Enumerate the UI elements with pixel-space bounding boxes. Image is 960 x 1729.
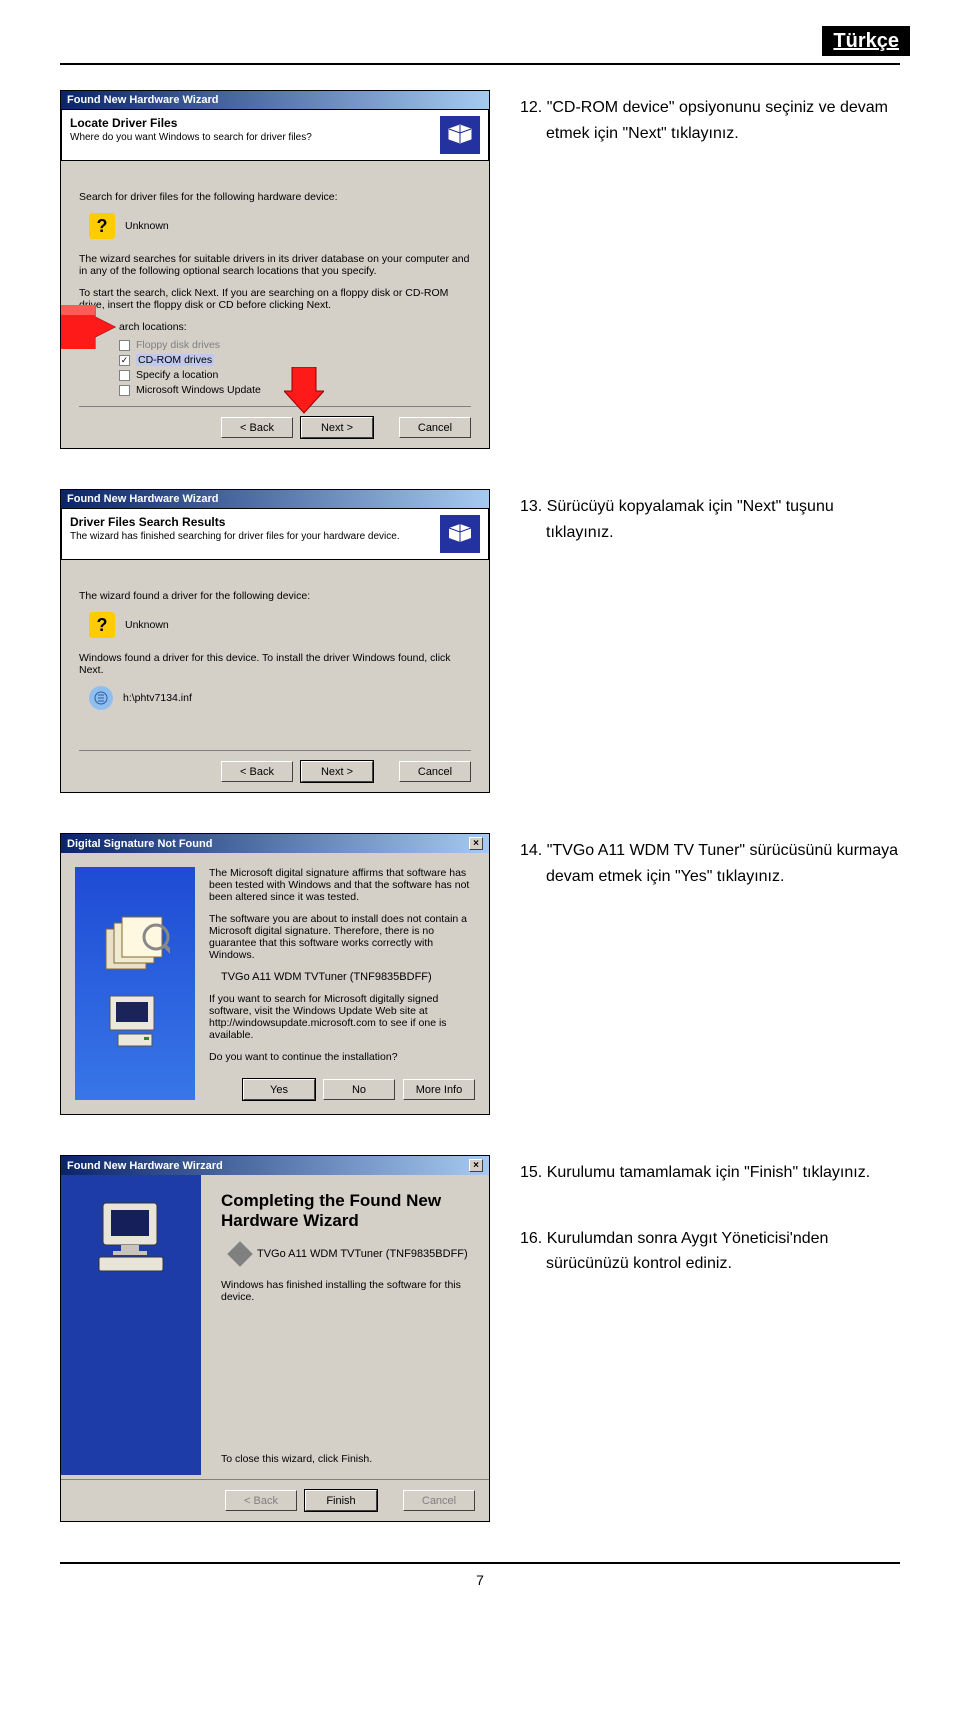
wizard-text: Windows found a driver for this device. … [79, 652, 471, 676]
divider-top [60, 63, 900, 65]
complete-text: Windows has finished installing the soft… [221, 1279, 469, 1303]
sig-text: The Microsoft digital signature affirms … [209, 867, 475, 903]
back-button: < Back [225, 1490, 297, 1511]
device-name: TVGo A11 WDM TVTuner (TNF9835BDFF) [257, 1248, 468, 1260]
device-name: Unknown [125, 220, 169, 232]
dialog-titlebar: Digital Signature Not Found × [61, 834, 489, 853]
wizard-heading: Driver Files Search Results [70, 515, 440, 529]
option-label: Specify a location [136, 369, 218, 381]
dialog-title: Found New Hardware Wizard [67, 94, 218, 106]
step-16-text: 16. Kurulumdan sonra Aygıt Yöneticisi'nd… [546, 1226, 900, 1277]
dialog-completing-wizard: Found New Hardware Wirzard × Completing … [60, 1155, 490, 1522]
cancel-button[interactable]: Cancel [399, 761, 471, 782]
sig-text: The software you are about to install do… [209, 913, 475, 961]
checkbox-icon [119, 340, 130, 351]
step-13-row: Found New Hardware Wizard Driver Files S… [60, 489, 900, 793]
language-badge-text: Türkçe [822, 26, 910, 56]
complete-title: Completing the Found New Hardware Wizard [221, 1191, 469, 1231]
wizard-text: To start the search, click Next. If you … [79, 287, 471, 311]
option-label: CD-ROM drives [136, 354, 214, 366]
language-badge: Türkçe [822, 30, 910, 53]
wizard-heading: Locate Driver Files [70, 116, 440, 130]
checkbox-icon [119, 370, 130, 381]
wizard-header-icon [440, 515, 480, 553]
wizard-header-icon [440, 116, 480, 154]
page-number: 7 [60, 1572, 900, 1588]
device-icon [227, 1241, 252, 1266]
checkbox-icon [119, 385, 130, 396]
more-info-button[interactable]: More Info [403, 1079, 475, 1100]
step-12-row: Found New Hardware Wizard Locate Driver … [60, 90, 900, 449]
wizard-text: The wizard found a driver for the follow… [79, 590, 471, 602]
finish-button[interactable]: Finish [305, 1490, 377, 1511]
wizard-text: Search for driver files for the followin… [79, 191, 471, 203]
unknown-device-icon: ? [89, 612, 115, 638]
step-14-row: Digital Signature Not Found × [60, 833, 900, 1115]
cancel-button[interactable]: Cancel [399, 417, 471, 438]
dialog-side-graphic [61, 1175, 201, 1475]
option-cdrom[interactable]: ✓ CD-ROM drives [119, 354, 471, 366]
sig-text: Do you want to continue the installation… [209, 1051, 475, 1063]
dialog-titlebar: Found New Hardware Wizard [61, 91, 489, 109]
close-hint: To close this wizard, click Finish. [221, 1453, 372, 1465]
step-12-text: 12. "CD-ROM device" opsiyonunu seçiniz v… [536, 90, 900, 146]
next-button[interactable]: Next > [301, 417, 373, 438]
back-button[interactable]: < Back [221, 417, 293, 438]
step-14-text: 14. "TVGo A11 WDM TV Tuner" sürücüsünü k… [536, 833, 900, 889]
wizard-subheading: Where do you want Windows to search for … [70, 132, 440, 143]
inf-path: h:\phtv7134.inf [123, 692, 192, 704]
close-icon[interactable]: × [469, 837, 483, 850]
divider-bottom [60, 1562, 900, 1564]
dialog-search-results: Found New Hardware Wizard Driver Files S… [60, 489, 490, 793]
option-label: Microsoft Windows Update [136, 384, 261, 396]
product-name: TVGo A11 WDM TVTuner (TNF9835BDFF) [221, 971, 475, 983]
option-label: Floppy disk drives [136, 339, 220, 351]
option-floppy[interactable]: Floppy disk drives [119, 339, 471, 351]
sig-text: If you want to search for Microsoft digi… [209, 993, 475, 1041]
dialog-locate-driver: Found New Hardware Wizard Locate Driver … [60, 90, 490, 449]
locations-label: arch locations: [119, 321, 471, 333]
close-icon[interactable]: × [469, 1159, 483, 1172]
red-arrow-icon [61, 305, 117, 349]
dialog-digital-signature: Digital Signature Not Found × [60, 833, 490, 1115]
step-13-text: 13. Sürücüyü kopyalamak için "Next" tuşu… [536, 489, 900, 545]
dialog-side-graphic [75, 867, 195, 1100]
dialog-titlebar: Found New Hardware Wizard [61, 490, 489, 508]
device-name: Unknown [125, 619, 169, 631]
dialog-title: Found New Hardware Wizard [67, 493, 218, 505]
inf-file-icon [89, 686, 113, 710]
wizard-subheading: The wizard has finished searching for dr… [70, 531, 440, 542]
dialog-title: Found New Hardware Wirzard [67, 1160, 223, 1172]
wizard-text: The wizard searches for suitable drivers… [79, 253, 471, 277]
dialog-titlebar: Found New Hardware Wirzard × [61, 1156, 489, 1175]
back-button[interactable]: < Back [221, 761, 293, 782]
dialog-title: Digital Signature Not Found [67, 838, 212, 850]
next-button[interactable]: Next > [301, 761, 373, 782]
yes-button[interactable]: Yes [243, 1079, 315, 1100]
red-arrow-icon [284, 367, 324, 415]
no-button[interactable]: No [323, 1079, 395, 1100]
checkbox-icon: ✓ [119, 355, 130, 366]
step-15-text: 15. Kurulumu tamamlamak için "Finish" tı… [536, 1155, 900, 1277]
step-15-row: Found New Hardware Wirzard × Completing … [60, 1155, 900, 1522]
unknown-device-icon: ? [89, 213, 115, 239]
cancel-button: Cancel [403, 1490, 475, 1511]
